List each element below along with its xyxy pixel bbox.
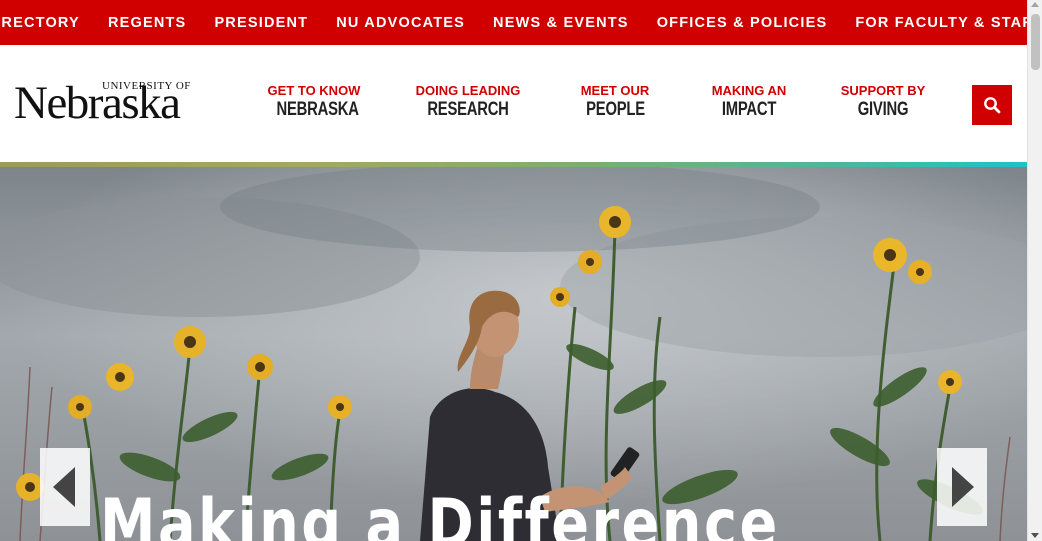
utility-link-directory[interactable]: DIRECTORY [0, 15, 80, 31]
nav-label: NEBRASKA [276, 99, 359, 120]
nav-item-research[interactable]: DOING LEADING RESEARCH [412, 83, 524, 121]
main-nav: GET TO KNOW NEBRASKA DOING LEADING RESEA… [0, 83, 1027, 133]
hero-title: Making a Difference [100, 485, 780, 541]
nav-item-nebraska[interactable]: GET TO KNOW NEBRASKA [266, 83, 362, 121]
utility-link-faculty-staff[interactable]: FOR FACULTY & STAFF [855, 15, 1042, 31]
utility-link-regents[interactable]: REGENTS [108, 15, 187, 31]
nav-label: GIVING [857, 99, 909, 120]
nav-kicker: MEET OUR [580, 83, 650, 98]
utility-link-nu-advocates[interactable]: NU ADVOCATES [336, 15, 465, 31]
utility-link-president[interactable]: PRESIDENT [214, 15, 308, 31]
chevron-left-icon [53, 467, 75, 507]
search-icon [984, 97, 1001, 114]
nav-label: RESEARCH [427, 99, 509, 120]
nav-item-people[interactable]: MEET OUR PEOPLE [578, 83, 652, 121]
slideshow-next-button[interactable] [937, 448, 987, 526]
scroll-up-icon[interactable] [1031, 2, 1039, 7]
search-button[interactable] [972, 85, 1012, 125]
utility-link-news-events[interactable]: NEWS & EVENTS [493, 15, 629, 31]
hero-slideshow: Making a Difference [0, 167, 1027, 541]
page-scrollbar[interactable] [1027, 0, 1042, 541]
nav-item-giving[interactable]: SUPPORT BY GIVING [840, 83, 926, 121]
nav-kicker: MAKING AN [711, 83, 787, 98]
nav-item-impact[interactable]: MAKING AN IMPACT [706, 83, 792, 121]
nav-label: PEOPLE [586, 99, 645, 120]
nav-label: IMPACT [721, 99, 777, 120]
chevron-right-icon [952, 467, 974, 507]
nav-kicker: DOING LEADING [415, 83, 521, 98]
nav-kicker: SUPPORT BY [840, 83, 926, 98]
nav-kicker: GET TO KNOW [267, 83, 361, 98]
slideshow-prev-button[interactable] [40, 448, 90, 526]
scrollbar-thumb[interactable] [1031, 14, 1040, 70]
utility-nav: DIRECTORY REGENTS PRESIDENT NU ADVOCATES… [0, 0, 1041, 45]
site-header: UNIVERSITY OF Nebraska GET TO KNOW NEBRA… [0, 45, 1027, 163]
scroll-down-icon[interactable] [1031, 533, 1039, 538]
utility-link-offices-policies[interactable]: OFFICES & POLICIES [657, 15, 828, 31]
